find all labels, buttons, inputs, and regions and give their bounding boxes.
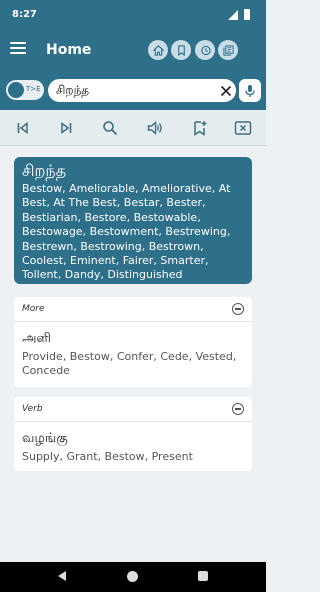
- result-synonyms: Bestow, Ameliorable, Ameliorative, At Be…: [22, 182, 231, 282]
- clear-icon[interactable]: [219, 84, 233, 98]
- page-title: Home: [46, 42, 92, 58]
- section-meanings: Supply, Grant, Bestow, Present: [22, 450, 193, 463]
- language-toggle[interactable]: T>E: [6, 80, 44, 100]
- next-word-button[interactable]: [57, 119, 75, 137]
- clear-box-icon: [234, 121, 252, 135]
- volume-icon: [147, 120, 162, 136]
- status-time: 8:27: [12, 9, 37, 20]
- result-word: சிறந்த: [22, 161, 67, 180]
- search-icon: [103, 121, 118, 136]
- section-term: வழங்கு: [22, 431, 68, 446]
- voice-input-button[interactable]: [239, 79, 261, 102]
- favorites-button[interactable]: [218, 40, 238, 60]
- recents-icon[interactable]: [198, 571, 208, 581]
- home-icon: [152, 44, 164, 56]
- system-nav-bar: [0, 562, 266, 592]
- collapse-icon[interactable]: [232, 403, 244, 415]
- section-header: Verb: [14, 397, 252, 422]
- result-card: சிறந்த Bestow, Ameliorable, Ameliorative…: [14, 157, 252, 284]
- action-toolbar: [0, 110, 266, 146]
- section-card-verb: Verb வழங்கு Supply, Grant, Bestow, Prese…: [14, 397, 252, 471]
- favorites-icon: [222, 44, 234, 56]
- skip-previous-icon: [17, 122, 28, 134]
- history-icon: [200, 45, 211, 55]
- home-button[interactable]: [148, 40, 168, 60]
- search-input[interactable]: [48, 79, 236, 102]
- battery-icon: [244, 9, 250, 20]
- section-header: More: [14, 297, 252, 322]
- home-nav-icon[interactable]: [127, 571, 138, 582]
- pronounce-button[interactable]: [146, 119, 164, 137]
- toggle-knob: [8, 82, 24, 98]
- bookmark-add-icon: [194, 121, 207, 136]
- section-body: அளி Provide, Bestow, Confer, Cede, Veste…: [14, 322, 252, 384]
- back-icon[interactable]: [58, 571, 66, 581]
- toggle-label: T>E: [26, 85, 41, 93]
- microphone-icon: [245, 84, 255, 97]
- section-card-more: More அளி Provide, Bestow, Confer, Cede, …: [14, 297, 252, 387]
- skip-next-icon: [61, 122, 72, 134]
- app-bar: Home: [0, 30, 266, 72]
- add-bookmark-button[interactable]: [191, 119, 209, 137]
- section-label: More: [22, 304, 45, 314]
- signal-icon: [228, 10, 238, 20]
- section-meanings: Provide, Bestow, Confer, Cede, Vested, C…: [22, 350, 237, 377]
- clear-button[interactable]: [234, 119, 252, 137]
- history-button[interactable]: [195, 40, 215, 60]
- previous-word-button[interactable]: [14, 119, 32, 137]
- search-button[interactable]: [101, 119, 119, 137]
- search-row: T>E: [0, 72, 266, 110]
- section-body: வழங்கு Supply, Grant, Bestow, Present: [14, 422, 252, 470]
- menu-icon[interactable]: [10, 42, 26, 58]
- bookmark-icon: [177, 44, 185, 56]
- section-label: Verb: [22, 404, 43, 414]
- section-term: அளி: [22, 331, 51, 346]
- bookmarks-button[interactable]: [171, 40, 191, 60]
- status-bar: 8:27: [0, 0, 266, 30]
- collapse-icon[interactable]: [232, 303, 244, 315]
